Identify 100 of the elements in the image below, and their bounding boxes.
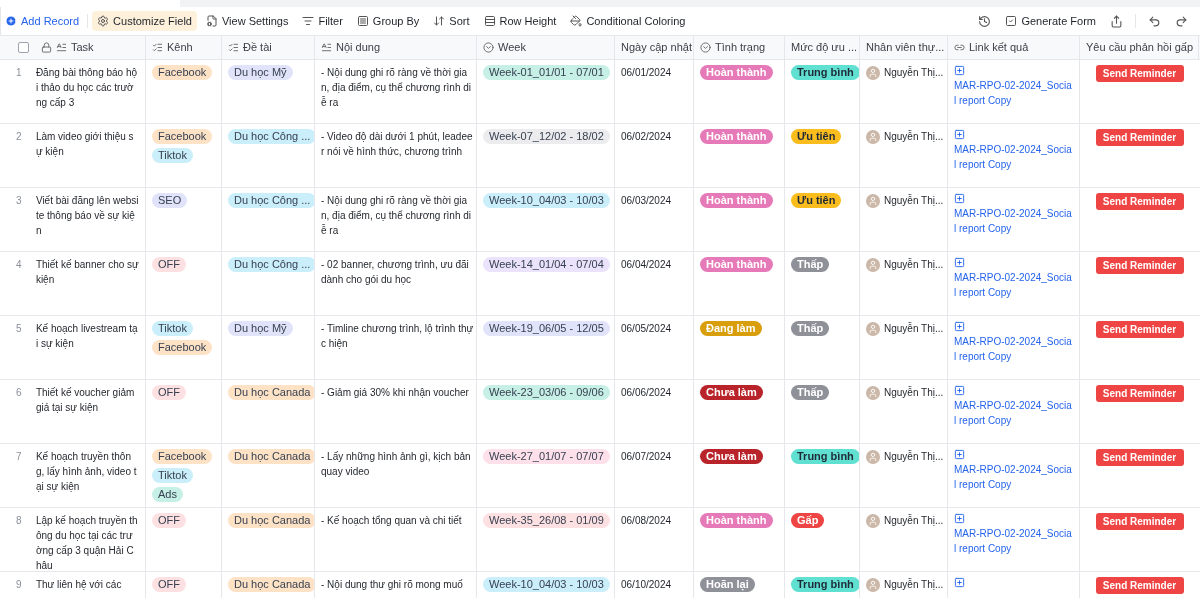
attachment-icon (954, 65, 965, 76)
week-tag: Week-19_06/05 - 12/05 (483, 321, 610, 336)
column-header[interactable]: Tình trạng (715, 39, 766, 56)
avatar (866, 578, 880, 592)
date-text: 06/07/2024 (621, 451, 672, 462)
row-number: 7 (16, 450, 23, 464)
topic-tag: Du học Mỹ (228, 65, 293, 80)
result-link[interactable]: MAR-RPO-02-2024_Social report Copy (954, 334, 1073, 364)
column-header[interactable]: Week (498, 39, 526, 56)
week-tag: Week-07_12/02 - 18/02 (483, 129, 610, 144)
send-reminder-button[interactable]: Send Reminder (1095, 577, 1184, 594)
column-header[interactable]: Kênh (167, 39, 193, 56)
gear-icon (97, 15, 110, 27)
date-text: 06/10/2024 (621, 579, 672, 590)
send-reminder-button[interactable]: Send Reminder (1095, 65, 1184, 82)
toolbar-button[interactable]: Row Height (478, 11, 562, 31)
priority-tag: Trung bình (791, 65, 859, 80)
text-icon (321, 42, 332, 53)
history-icon[interactable] (978, 14, 992, 28)
send-reminder-button[interactable]: Send Reminder (1095, 129, 1184, 146)
dropdown-icon (700, 42, 711, 53)
week-tag: Week-23_03/06 - 09/06 (483, 385, 610, 400)
send-reminder-button[interactable]: Send Reminder (1095, 193, 1184, 210)
share-icon[interactable] (1110, 14, 1123, 28)
result-link[interactable]: MAR-RPO-02-2024_Social report Copy (954, 462, 1073, 492)
topic-tag: Du học Công ... (228, 129, 314, 144)
send-reminder-button[interactable]: Send Reminder (1095, 449, 1184, 466)
assignee-name: Nguyễn Thị... (884, 513, 944, 528)
toolbar-button[interactable]: Conditional Coloring (565, 11, 691, 31)
row-number: 6 (16, 386, 23, 400)
toolbar-button[interactable]: Customize Field (92, 11, 197, 31)
avatar (866, 258, 880, 272)
attachment-icon (954, 257, 965, 268)
week-tag: Week-10_04/03 - 10/03 (483, 193, 610, 208)
status-tag: Hoàn thành (700, 65, 773, 80)
undo-icon[interactable] (1148, 14, 1161, 28)
column-header[interactable]: Nhân viên thự... (866, 39, 945, 56)
toolbar-button[interactable]: Sort (428, 11, 475, 31)
plus-icon (5, 15, 17, 27)
channel-tag: SEO (152, 193, 188, 208)
attachment-icon (954, 193, 965, 204)
generate-form-button[interactable]: Generate Form (1005, 12, 1096, 30)
result-link[interactable]: MAR-RPO-02-2024_Social report Copy (954, 398, 1073, 428)
assignee-name: Nguyễn Thị... (884, 385, 944, 400)
column-header[interactable]: Ngày cập nhật (621, 39, 692, 56)
topic-tag: Du học Canada (228, 449, 314, 464)
task-text: Thư liên hệ với các (35, 578, 123, 592)
topic-tag: Du học Mỹ (228, 321, 293, 336)
week-tag: Week-27_01/07 - 07/07 (483, 449, 610, 464)
channel-tag: Tiktok (152, 321, 193, 336)
priority-tag: Gấp (791, 513, 825, 528)
channel-tag: Ads (152, 487, 183, 502)
status-tag: Hoàn thành (700, 513, 773, 528)
week-tag: Week-14_01/04 - 07/04 (483, 257, 610, 272)
channel-tag: Facebook (152, 65, 213, 80)
assignee-name: Nguyễn Thị... (884, 129, 944, 144)
paint-bucket-icon (570, 15, 583, 27)
result-link[interactable]: MAR-RPO-02-2024_Social report Copy (954, 142, 1073, 172)
content-text: - Giảm giá 30% khi nhận voucher (321, 386, 470, 400)
column-header[interactable]: Link kết quả (969, 39, 1029, 56)
result-link[interactable]: MAR-RPO-02-2024_Social report Copy (954, 78, 1073, 108)
column-header[interactable]: Đề tài (243, 39, 272, 56)
priority-tag: Trung bình (791, 449, 859, 464)
send-reminder-button[interactable]: Send Reminder (1095, 513, 1184, 530)
date-text: 06/01/2024 (621, 67, 672, 78)
attachment-icon (954, 321, 965, 332)
task-text: Kế hoạch truyền thông, lấy hình ảnh, video tại sự kiện (35, 450, 138, 494)
column-header[interactable]: Task (71, 39, 94, 56)
toolbar-button[interactable]: Group By (351, 11, 425, 31)
date-text: 06/04/2024 (621, 259, 672, 270)
content-text: - Kế hoạch tổng quan và chi tiết (321, 514, 463, 528)
send-reminder-button[interactable]: Send Reminder (1095, 385, 1184, 402)
channel-tag: Tiktok (152, 468, 193, 483)
assignee-name: Nguyễn Thị... (884, 449, 944, 464)
result-link[interactable]: MAR-RPO-02-2024_Social report Copy (954, 526, 1073, 556)
content-text: - Nội dung ghi rõ ràng về thời gian, địa điểm, cụ thể chương rình diễ ra (321, 66, 472, 110)
send-reminder-button[interactable]: Send Reminder (1095, 257, 1184, 274)
toolbar-button[interactable]: Filter (297, 11, 348, 31)
row-number: 3 (16, 194, 23, 208)
attachment-icon (954, 513, 965, 524)
avatar (866, 386, 880, 400)
select-all-checkbox[interactable] (18, 42, 29, 53)
sort-icon (433, 15, 446, 27)
task-text: Làm video giới thiệu sự kiện (35, 130, 135, 159)
toolbar-button[interactable]: View Settings (200, 11, 294, 31)
priority-tag: Thấp (791, 321, 830, 336)
priority-tag: Trung bình (791, 577, 859, 592)
column-header[interactable]: Mức độ ưu ... (791, 39, 858, 56)
send-reminder-button[interactable]: Send Reminder (1095, 321, 1184, 338)
priority-tag: Thấp (791, 385, 830, 400)
column-header[interactable]: Yêu cầu phản hồi gấp (1086, 39, 1194, 56)
status-tag: Hoàn thành (700, 129, 773, 144)
add-record-button[interactable]: Add Record (5, 12, 88, 30)
channel-tag: Facebook (152, 340, 213, 355)
result-link[interactable]: MAR-RPO-02-2024_Social report Copy (954, 270, 1073, 300)
task-text: Thiết kế banner cho sự kiện (35, 258, 139, 287)
week-tag: Week-10_04/03 - 10/03 (483, 577, 610, 592)
column-header[interactable]: Nội dung (336, 39, 381, 56)
redo-icon[interactable] (1175, 14, 1188, 28)
result-link[interactable]: MAR-RPO-02-2024_Social report Copy (954, 206, 1073, 236)
